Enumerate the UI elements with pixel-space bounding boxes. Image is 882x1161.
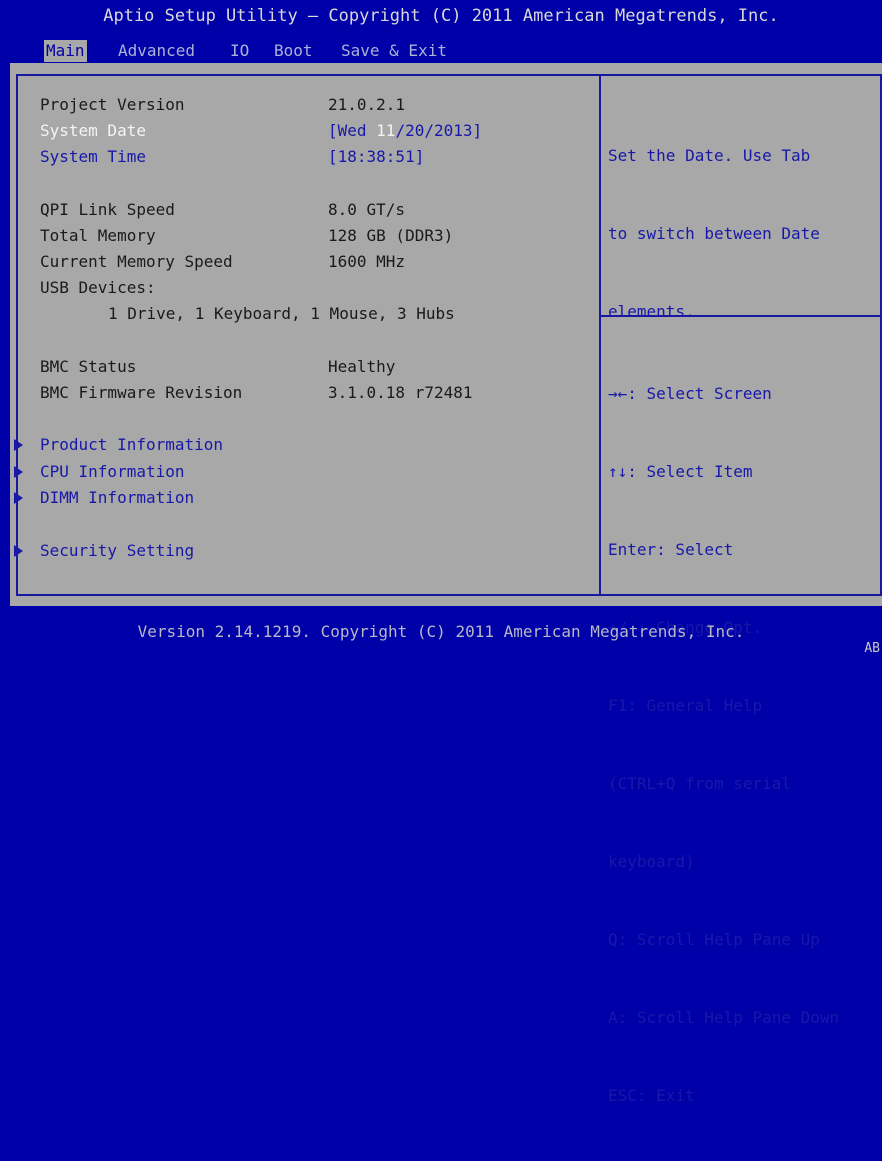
system-date-label[interactable]: System Date bbox=[40, 119, 146, 143]
help-line: elements. bbox=[608, 302, 695, 321]
mem-speed-label: Current Memory Speed bbox=[40, 252, 233, 271]
system-date-suffix: /20/2013] bbox=[395, 121, 483, 140]
key-keyboard: keyboard) bbox=[608, 852, 695, 871]
key-esc-exit: ESC: Exit bbox=[608, 1086, 695, 1105]
bmc-fw-label: BMC Firmware Revision bbox=[40, 383, 243, 402]
help-line: Set the Date. Use Tab bbox=[608, 146, 811, 165]
bmc-status-label: BMC Status bbox=[40, 357, 137, 376]
system-date-prefix: [Wed bbox=[328, 121, 377, 140]
window-title: Aptio Setup Utility – Copyright (C) 2011… bbox=[103, 6, 779, 26]
triangle-right-icon bbox=[14, 439, 23, 451]
tab-bar: Main Advanced IO Boot Save & Exit bbox=[0, 33, 882, 63]
help-line: to switch between Date bbox=[608, 224, 820, 243]
project-version-label: Project Version bbox=[40, 95, 185, 114]
triangle-right-icon bbox=[14, 466, 23, 478]
key-legend: →←: Select Screen ↑↓: Select Item Enter:… bbox=[608, 329, 839, 1161]
bmc-status-value: Healthy bbox=[328, 357, 396, 376]
vertical-divider bbox=[599, 74, 601, 596]
footer: Version 2.14.1219. Copyright (C) 2011 Am… bbox=[0, 606, 882, 663]
key-scroll-down: A: Scroll Help Pane Down bbox=[608, 1008, 840, 1027]
system-time-value[interactable]: [18:38:51] bbox=[328, 145, 424, 169]
footer-corner-text: AB bbox=[864, 641, 880, 656]
key-select-screen: →←: Select Screen bbox=[608, 384, 772, 403]
bmc-fw-value: 3.1.0.18 r72481 bbox=[328, 383, 473, 402]
tab-boot[interactable]: Boot bbox=[274, 40, 313, 62]
system-time-label[interactable]: System Time bbox=[40, 145, 146, 169]
system-date-month[interactable]: 11 bbox=[376, 121, 395, 140]
tab-main[interactable]: Main bbox=[44, 40, 87, 62]
key-scroll-up: Q: Scroll Help Pane Up bbox=[608, 930, 820, 949]
key-enter: Enter: Select bbox=[608, 540, 734, 559]
triangle-right-icon bbox=[14, 492, 23, 504]
submenu-label[interactable]: Security Setting bbox=[40, 539, 194, 563]
mem-speed-value: 1600 MHz bbox=[328, 252, 406, 271]
key-ctrl-q: (CTRL+Q from serial bbox=[608, 774, 792, 793]
qpi-label: QPI Link Speed bbox=[40, 200, 175, 219]
system-date-value[interactable]: [Wed 11/20/2013] bbox=[328, 119, 482, 143]
version-text: Version 2.14.1219. Copyright (C) 2011 Am… bbox=[137, 622, 745, 641]
submenu-label[interactable]: Product Information bbox=[40, 433, 223, 457]
tab-io[interactable]: IO bbox=[230, 40, 249, 62]
submenu-label[interactable]: DIMM Information bbox=[40, 486, 194, 510]
usb-devices-label: USB Devices: bbox=[40, 278, 156, 297]
key-f1-help: F1: General Help bbox=[608, 696, 763, 715]
key-select-item: ↑↓: Select Item bbox=[608, 462, 753, 481]
tab-save-exit[interactable]: Save & Exit bbox=[341, 40, 447, 62]
project-version-value: 21.0.2.1 bbox=[328, 95, 406, 114]
submenu-label[interactable]: CPU Information bbox=[40, 460, 185, 484]
qpi-value: 8.0 GT/s bbox=[328, 200, 406, 219]
tab-advanced[interactable]: Advanced bbox=[118, 40, 195, 62]
triangle-right-icon bbox=[14, 545, 23, 557]
usb-devices-value: 1 Drive, 1 Keyboard, 1 Mouse, 3 Hubs bbox=[108, 304, 455, 323]
total-memory-value: 128 GB (DDR3) bbox=[328, 226, 454, 245]
total-memory-label: Total Memory bbox=[40, 226, 156, 245]
main-panel: Project Version 21.0.2.1 System Date [We… bbox=[10, 63, 882, 1105]
